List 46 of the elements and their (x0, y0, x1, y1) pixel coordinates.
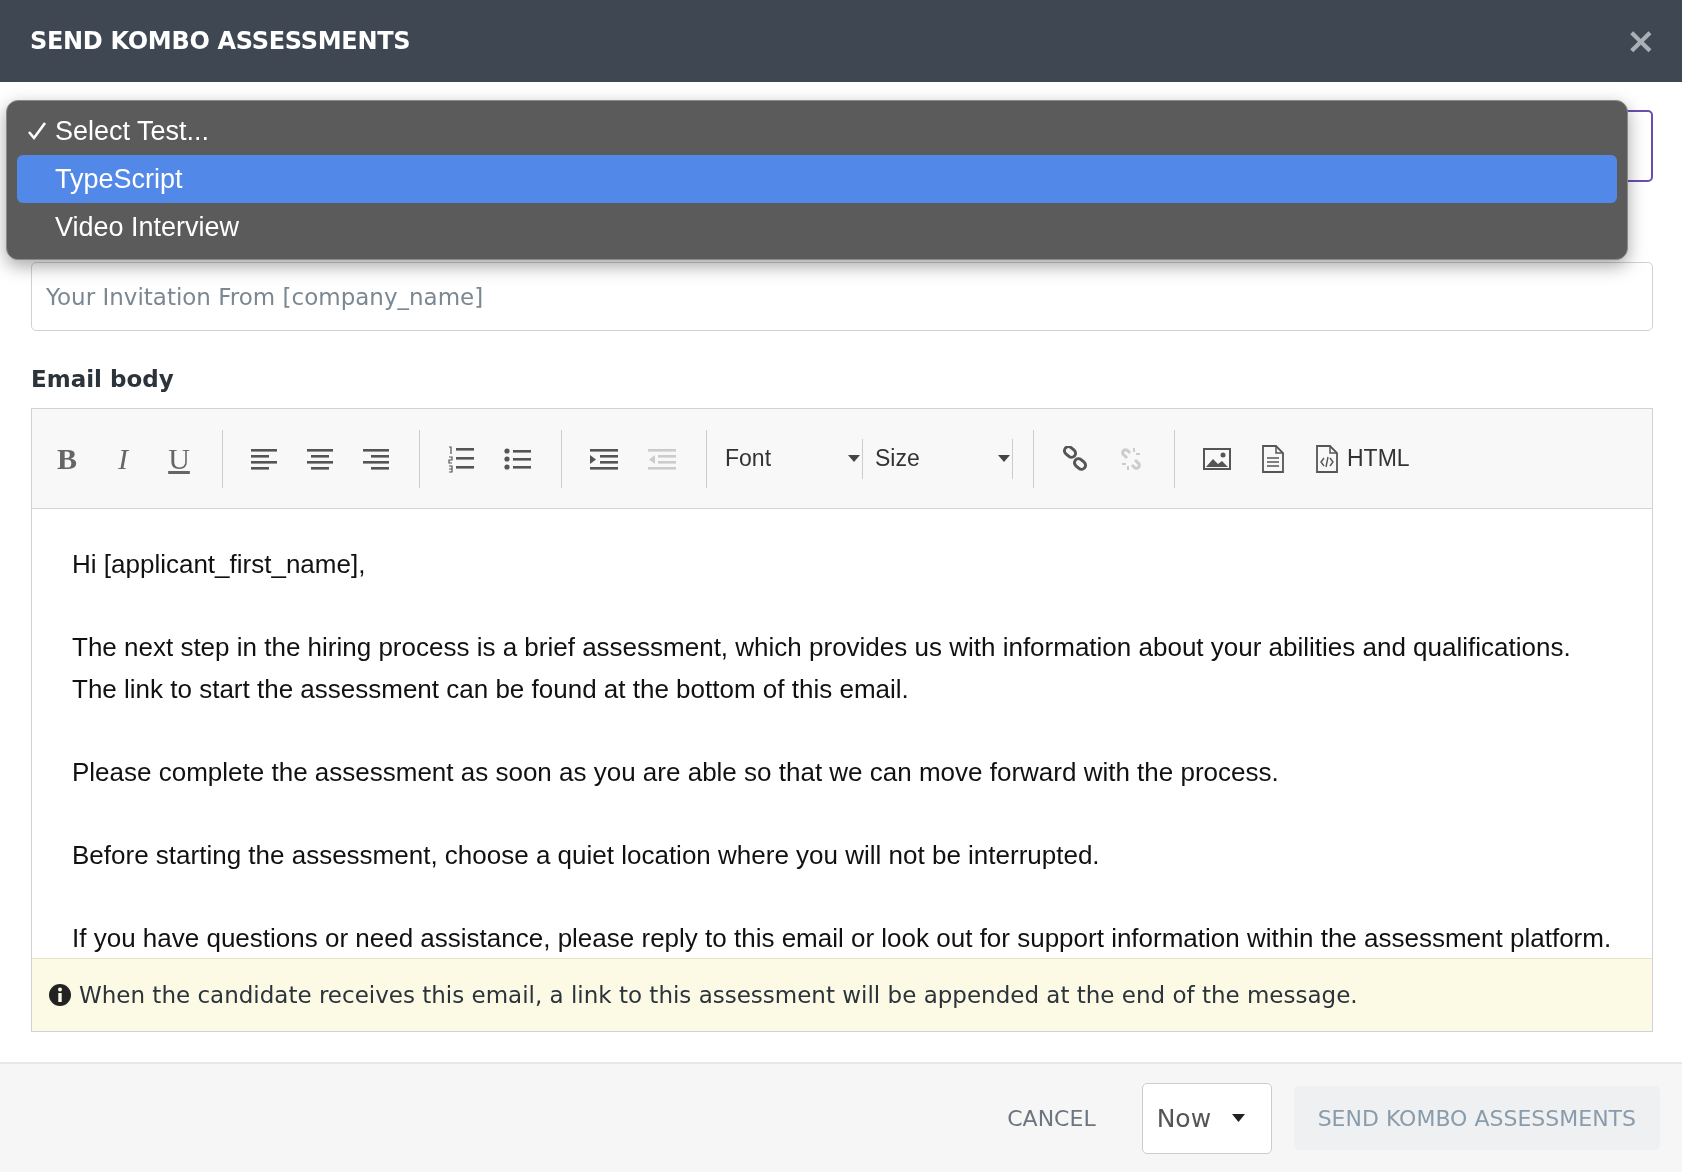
image-button[interactable] (1203, 447, 1231, 470)
email-paragraph: Before starting the assessment, choose a quiet location where you will not be interrupted. (72, 839, 1101, 872)
close-button[interactable]: × (1625, 23, 1656, 59)
document-icon (1261, 444, 1285, 473)
numbered-list-icon (448, 444, 474, 473)
broken-link-icon (1118, 445, 1144, 472)
outdent-icon (648, 447, 676, 470)
indent-button[interactable] (590, 447, 618, 470)
toolbar-dropdown[interactable]: Font (713, 438, 863, 479)
caret-icon (998, 455, 1010, 462)
dropdown-option[interactable]: TypeScript (17, 155, 1617, 203)
email-paragraph: Hi [applicant_first_name], (72, 548, 367, 581)
link-button[interactable] (1062, 445, 1088, 472)
bullet-list-icon (504, 446, 531, 471)
caret-icon (848, 455, 860, 462)
bold-button[interactable]: B (54, 441, 80, 476)
bullet-list-button[interactable] (504, 446, 531, 471)
link-icon (1062, 445, 1088, 472)
email-paragraph: Please complete the assessment as soon as you are able so that we can move forward with the process. (72, 756, 1280, 789)
indent-icon (590, 447, 618, 470)
dialog-title: SEND KOMBO ASSESSMENTS (30, 27, 411, 55)
dropdown-option[interactable]: Video Interview (17, 203, 1617, 251)
align-left-icon (251, 446, 277, 471)
document-button[interactable] (1261, 444, 1285, 473)
code-file-icon (1315, 444, 1339, 473)
schedule-select[interactable]: Now (1141, 1082, 1272, 1154)
notice-text: When the candidate receives this email, a link to this assessment will be appended at the end of the message. (79, 982, 1358, 1008)
align-center-icon (307, 446, 333, 471)
align-center-button[interactable] (307, 446, 333, 471)
align-right-button[interactable] (363, 446, 389, 471)
cancel-button[interactable]: CANCEL (1007, 1105, 1096, 1131)
italic-button[interactable]: I (110, 441, 136, 476)
code-file-button[interactable]: HTML (1315, 444, 1410, 473)
email-paragraph: The next step in the hiring process is a brief assessment, which provides us with information about your abilities and qualifications. The link to start the assessment can be found at the bottom of this email. (72, 631, 1572, 706)
align-left-button[interactable] (251, 446, 277, 471)
image-icon (1203, 447, 1231, 470)
numbered-list-button[interactable] (448, 444, 474, 473)
info-icon (49, 984, 71, 1006)
caret-icon (1231, 1114, 1245, 1122)
email-paragraph: If you have questions or need assistance, please reply to this email or look out for support information within the assessment platform. (72, 922, 1613, 955)
dropdown-option[interactable]: Select Test... (17, 107, 1617, 155)
subject-input[interactable]: Your Invitation From [company_name] (31, 262, 1653, 331)
field-label: Email body (31, 365, 175, 394)
underline-button[interactable]: U (166, 441, 192, 476)
align-right-icon (363, 446, 389, 471)
toolbar-dropdown[interactable]: Size (863, 438, 1013, 479)
